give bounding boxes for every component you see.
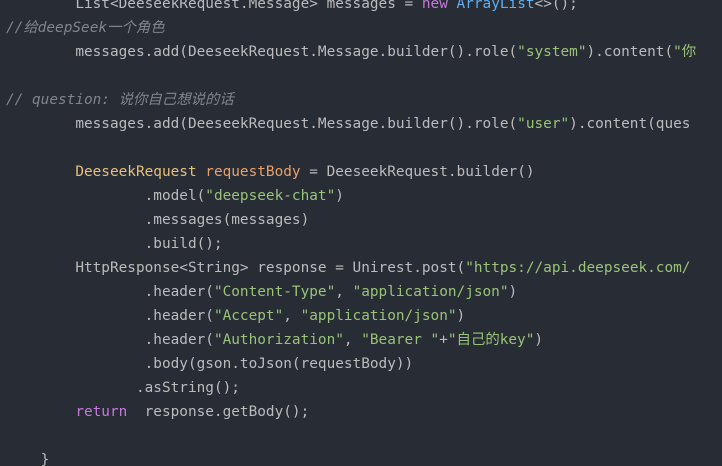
code-token-keyword: new: [421, 0, 448, 12]
code-token-plain: response.getBody();: [127, 404, 310, 420]
code-line: .build();: [6, 232, 223, 256]
code-token-plain: .build();: [144, 236, 223, 252]
code-token-string: "application/json": [352, 284, 509, 300]
code-token-plain: <>();: [534, 0, 578, 12]
code-token-plain: HttpResponse<String> response = Unirest.…: [75, 260, 466, 276]
code-line: //给deepSeek一个角色: [6, 16, 165, 40]
code-token-plain: ): [508, 284, 518, 300]
code-token-plain: ): [456, 308, 466, 324]
code-token-string: "你: [673, 44, 697, 60]
code-token-plain: = DeeseekRequest.builder(): [300, 164, 535, 180]
code-line: .asString();: [6, 376, 240, 400]
code-token-plain: }: [40, 452, 50, 466]
code-token-string: "deepseek-chat": [205, 188, 336, 204]
code-token-plain: ,: [335, 284, 353, 300]
code-token-type: DeeseekRequest: [75, 164, 197, 180]
code-line: .header("Accept", "application/json"): [6, 304, 466, 328]
code-token-plain: .messages(messages): [144, 212, 310, 228]
code-token-string: "system": [517, 44, 587, 60]
code-token-plain: ,: [283, 308, 301, 324]
code-line: }: [6, 448, 50, 466]
code-token-string: "自己的key": [447, 332, 535, 348]
code-line: List<DeeseekRequest.Message> messages = …: [6, 0, 578, 16]
code-token-plain: ): [534, 332, 544, 348]
code-token-plain: ): [335, 188, 344, 204]
code-token-variable: requestBody: [205, 164, 301, 180]
code-line: DeeseekRequest requestBody = DeeseekRequ…: [6, 160, 535, 184]
code-token-plain: +: [439, 332, 448, 348]
code-line: .messages(messages): [6, 208, 310, 232]
code-token-plain: .header(: [144, 332, 214, 348]
code-line: messages.add(DeeseekRequest.Message.buil…: [6, 112, 690, 136]
code-token-comment: // question: 说你自己想说的话: [6, 92, 234, 108]
code-token-plain: .header(: [144, 284, 214, 300]
code-token-classname: ArrayList: [456, 0, 535, 12]
code-line: .header("Content-Type", "application/jso…: [6, 280, 518, 304]
code-token-string: "Authorization": [213, 332, 344, 348]
code-line: HttpResponse<String> response = Unirest.…: [6, 256, 690, 280]
code-line: .model("deepseek-chat"): [6, 184, 344, 208]
code-line: .body(gson.toJson(requestBody)): [6, 352, 414, 376]
code-token-keyword: return: [75, 404, 128, 420]
code-token-plain: messages.add(DeeseekRequest.Message.buil…: [75, 116, 518, 132]
code-token-plain: .body(gson.toJson(requestBody)): [144, 356, 414, 372]
code-token-string: "application/json": [300, 308, 457, 324]
code-token-plain: ,: [343, 332, 362, 348]
code-token-plain: .header(: [144, 308, 214, 324]
code-token-plain: List<DeeseekRequest.Message> messages =: [75, 0, 422, 12]
code-token-plain: messages.add(DeeseekRequest.Message.buil…: [75, 44, 518, 60]
code-token-plain: ).content(ques: [569, 116, 691, 132]
code-editor[interactable]: List<DeeseekRequest.Message> messages = …: [0, 0, 722, 466]
code-line: return response.getBody();: [6, 400, 309, 424]
code-token-string: "Bearer ": [361, 332, 440, 348]
code-token-plain: .model(: [144, 188, 206, 204]
code-line: // question: 说你自己想说的话: [6, 88, 234, 112]
code-token-string: "user": [517, 116, 570, 132]
code-token-string: "https://api.deepseek.com/: [465, 260, 691, 276]
code-line: .header("Authorization", "Bearer "+"自己的k…: [6, 328, 543, 352]
code-token-comment: //给deepSeek一个角色: [6, 20, 165, 36]
code-token-plain: .asString();: [135, 380, 240, 396]
code-token-string: "Accept": [213, 308, 284, 324]
code-token-string: "Content-Type": [213, 284, 336, 300]
code-line: messages.add(DeeseekRequest.Message.buil…: [6, 40, 696, 64]
code-token-plain: ).content(: [586, 44, 674, 60]
